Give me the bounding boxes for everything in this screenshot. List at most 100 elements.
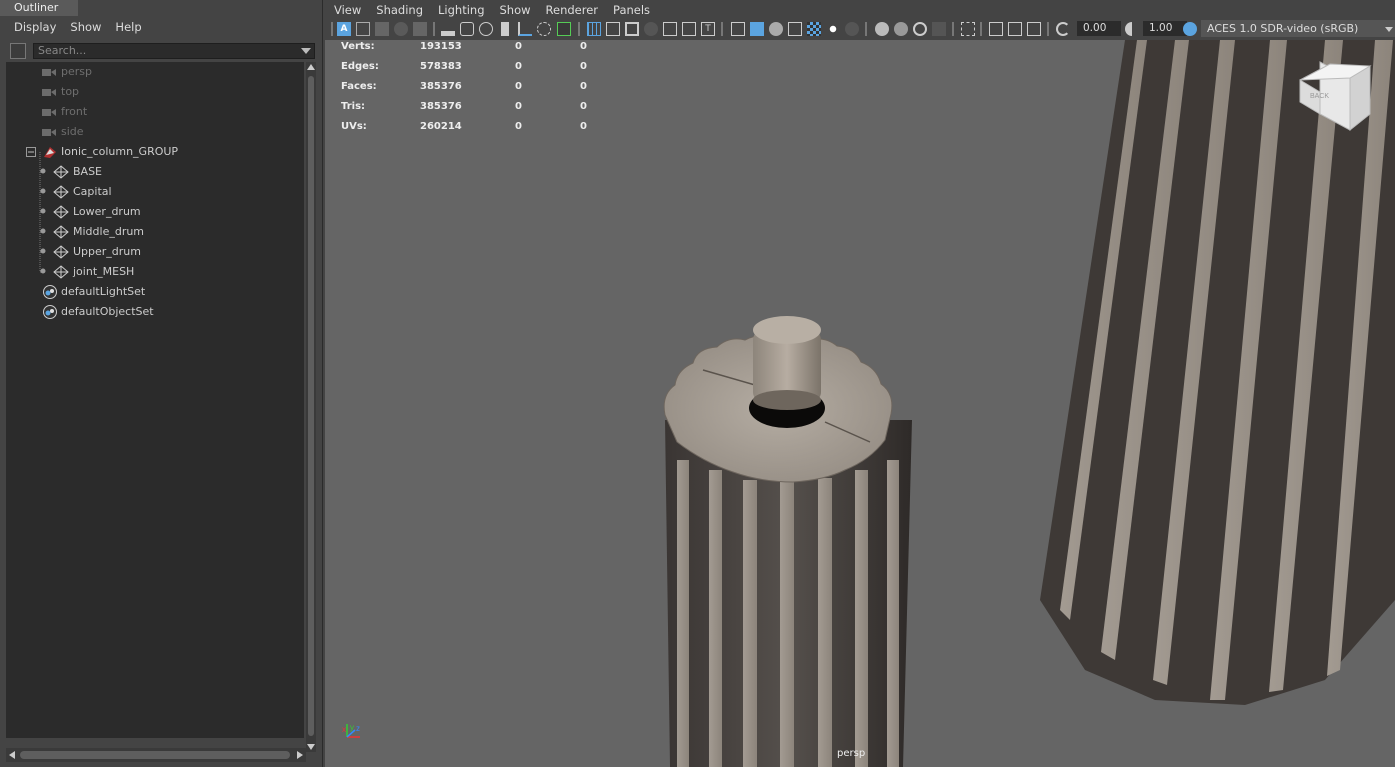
filter-icon[interactable] — [10, 43, 26, 59]
shadows-icon[interactable] — [845, 22, 859, 36]
outliner-vertical-scrollbar[interactable] — [306, 62, 316, 752]
film-gate-icon[interactable] — [460, 22, 474, 36]
visibility-dot-icon[interactable] — [40, 208, 46, 214]
safe-action-icon[interactable] — [537, 22, 551, 36]
field-chart-icon[interactable] — [518, 22, 532, 36]
outliner-horizontal-scrollbar[interactable] — [6, 748, 306, 762]
exposure-icon[interactable] — [1056, 22, 1070, 36]
mesh-icon — [53, 165, 69, 179]
scroll-thumb[interactable] — [20, 751, 290, 759]
stat-label: Edges: — [341, 61, 379, 72]
motion-blur-icon[interactable] — [894, 22, 908, 36]
textured-icon[interactable] — [807, 22, 821, 36]
gate-mask-icon[interactable] — [501, 22, 509, 36]
exposure-field[interactable]: 0.00 — [1077, 21, 1121, 36]
xray-joints-icon[interactable] — [989, 22, 1003, 36]
outliner-item-upper-drum[interactable]: Upper_drum — [6, 242, 304, 262]
scroll-down-icon[interactable] — [307, 744, 315, 750]
outliner-item-lower-drum[interactable]: Lower_drum — [6, 202, 304, 222]
xray-icon[interactable] — [644, 22, 658, 36]
safe-title-icon[interactable] — [557, 22, 571, 36]
menu-show[interactable]: Show — [500, 3, 531, 17]
outliner-item-label: front — [61, 105, 88, 118]
scroll-thumb[interactable] — [308, 76, 314, 736]
stat-selected: 0 — [515, 41, 522, 52]
outliner-menubar: Display Show Help — [0, 16, 322, 38]
outliner-item-top[interactable]: top — [6, 82, 304, 102]
bounding-box-icon[interactable] — [788, 22, 802, 36]
bookmarks-icon[interactable] — [375, 22, 389, 36]
chevron-down-icon[interactable] — [1385, 27, 1393, 32]
visibility-dot-icon[interactable] — [40, 268, 46, 274]
outliner-item-side[interactable]: side — [6, 122, 304, 142]
stat-component: 0 — [580, 121, 587, 132]
2d-pan-zoom-icon[interactable] — [413, 22, 427, 36]
outliner-item-front[interactable]: front — [6, 102, 304, 122]
toolbar-separator — [578, 22, 580, 36]
center-column-mesh[interactable] — [663, 316, 912, 767]
heads-up-display-icon[interactable] — [606, 22, 620, 36]
menu-display[interactable]: Display — [14, 20, 56, 34]
mesh-icon — [53, 185, 69, 199]
gamma-field[interactable]: 1.00 — [1143, 21, 1187, 36]
text-icon[interactable]: T — [701, 22, 715, 36]
outliner-item-default-light-set[interactable]: defaultLightSet — [6, 282, 304, 302]
gamma-icon[interactable] — [1125, 22, 1139, 36]
select-camera-icon[interactable]: A — [337, 22, 351, 36]
camera-attributes-icon[interactable] — [356, 22, 370, 36]
outliner-item-persp[interactable]: persp — [6, 62, 304, 82]
menu-show[interactable]: Show — [70, 20, 101, 34]
menu-view[interactable]: View — [334, 3, 361, 17]
resolution-gate-icon[interactable] — [479, 22, 493, 36]
depth-of-field-icon[interactable] — [932, 22, 946, 36]
stat-component: 0 — [580, 101, 587, 112]
outliner-item-joint-mesh[interactable]: joint_MESH — [6, 262, 304, 282]
menu-panels[interactable]: Panels — [613, 3, 650, 17]
isolate-select-icon[interactable] — [663, 22, 677, 36]
use-all-lights-icon[interactable] — [826, 22, 840, 36]
menu-shading[interactable]: Shading — [376, 3, 423, 17]
menu-renderer[interactable]: Renderer — [546, 3, 599, 17]
outliner-item-middle-drum[interactable]: Middle_drum — [6, 222, 304, 242]
visibility-dot-icon[interactable] — [40, 168, 46, 174]
xray-active-components-icon[interactable] — [1008, 22, 1022, 36]
anti-aliasing-icon[interactable] — [913, 22, 927, 36]
image-plane-icon[interactable] — [394, 22, 408, 36]
scroll-left-icon[interactable] — [9, 751, 15, 759]
isolate-view-icon[interactable] — [961, 22, 975, 36]
stat-selected: 0 — [515, 101, 522, 112]
scroll-right-icon[interactable] — [297, 751, 303, 759]
menu-help[interactable]: Help — [115, 20, 141, 34]
outliner-item-label: defaultObjectSet — [61, 305, 154, 318]
backface-culling-icon[interactable] — [1027, 22, 1041, 36]
stat-label: UVs: — [341, 121, 367, 132]
color-space-dropdown[interactable]: ACES 1.0 SDR-video (sRGB) — [1201, 20, 1395, 37]
right-column-mesh[interactable]: BACK — [1040, 40, 1395, 705]
outliner-item-base[interactable]: BASE — [6, 162, 304, 182]
scene-render[interactable]: BACK x y z — [325, 40, 1395, 767]
grid-icon[interactable] — [587, 22, 601, 36]
stat-label: Faces: — [341, 81, 377, 92]
wireframe-on-shaded-icon[interactable] — [625, 22, 639, 36]
default-material-icon[interactable] — [769, 22, 783, 36]
outliner-item-capital[interactable]: Capital — [6, 182, 304, 202]
toolbar-separator — [980, 22, 982, 36]
texture-icon[interactable] — [682, 22, 696, 36]
visibility-dot-icon[interactable] — [40, 188, 46, 194]
outliner-tab[interactable]: Outliner — [0, 0, 78, 16]
wireframe-icon[interactable] — [731, 22, 745, 36]
color-management-icon[interactable] — [1183, 22, 1197, 36]
search-input[interactable]: Search... — [33, 43, 315, 59]
menu-lighting[interactable]: Lighting — [438, 3, 484, 17]
mesh-icon — [53, 205, 69, 219]
grease-pencil-icon[interactable] — [441, 22, 455, 36]
dropdown-arrow-icon[interactable] — [301, 48, 311, 54]
scroll-up-icon[interactable] — [307, 64, 315, 70]
viewport-panel[interactable]: BACK x y z View Shading Lighting Show Re… — [325, 0, 1395, 767]
outliner-item-label: defaultLightSet — [61, 285, 146, 298]
outliner-item-default-object-set[interactable]: defaultObjectSet — [6, 302, 304, 322]
smooth-shade-icon[interactable] — [750, 22, 764, 36]
visibility-dot-icon[interactable] — [40, 248, 46, 254]
ambient-occlusion-icon[interactable] — [875, 22, 889, 36]
visibility-dot-icon[interactable] — [40, 228, 46, 234]
